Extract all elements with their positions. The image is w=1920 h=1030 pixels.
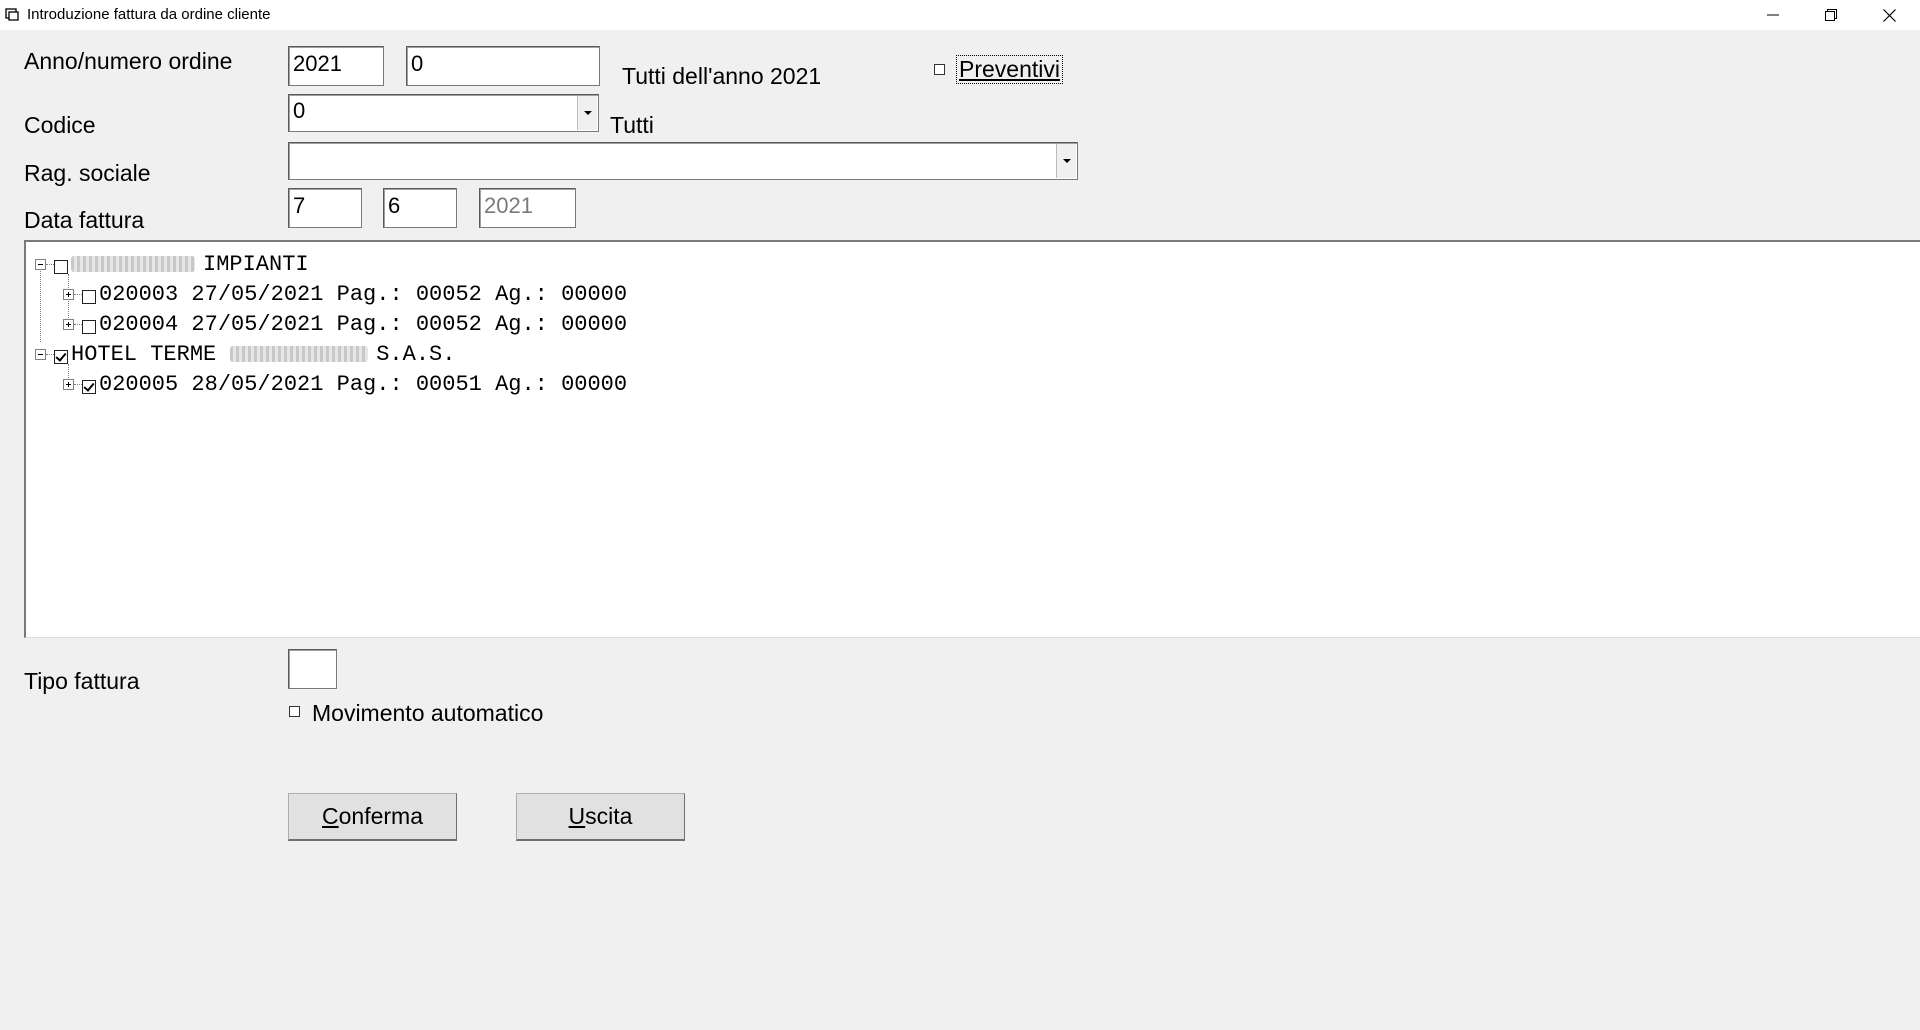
restore-button[interactable] [1802,0,1860,30]
quotes-label-text: Preventivi [959,56,1060,82]
tree-node-label: 020004 27/05/2021 Pag.: 00052 Ag.: 00000 [99,311,628,337]
invoice-month-input[interactable]: 6 [383,188,457,228]
close-button[interactable] [1860,0,1918,30]
tree-connector [46,263,54,265]
restore-icon [1825,9,1837,21]
code-combobox-value: 0 [293,98,306,123]
order-label: Anno/numero ordine [24,48,233,74]
code-combobox[interactable]: 0 [288,94,599,132]
invoice-date-label: Data fattura [24,207,145,233]
company-combobox[interactable] [288,142,1078,180]
expand-icon[interactable] [63,318,74,330]
orders-tree[interactable]: IMPIANTI 020003 27/05/2021 Pag.: 00052 A… [24,240,1920,638]
tree-node-label-prefix: HOTEL TERME [71,341,217,367]
title-bar: Introduzione fattura da ordine cliente [0,0,1920,30]
close-icon [1882,8,1896,22]
redacted-text [230,346,369,362]
quotes-label[interactable]: Preventivi [956,55,1063,84]
chevron-down-icon [583,110,592,115]
collapse-icon[interactable] [35,258,46,270]
confirm-button[interactable]: Conferma [288,793,457,841]
invoice-day-input[interactable]: 7 [288,188,362,228]
redacted-text [71,256,195,272]
tree-checkbox-checked[interactable] [54,350,68,364]
tree-node-label: 020005 28/05/2021 Pag.: 00051 Ag.: 00000 [99,371,628,397]
code-label: Codice [24,112,96,138]
collapse-icon[interactable] [35,348,46,360]
tree-checkbox[interactable] [54,260,68,274]
exit-button-label: Uscita [568,803,633,829]
chevron-down-icon [1062,158,1071,163]
tree-node-label: IMPIANTI [203,251,309,277]
tree-connector [74,323,82,325]
minimize-button[interactable] [1744,0,1802,30]
tree-node[interactable]: IMPIANTI [35,250,309,278]
order-year-input[interactable]: 2021 [288,46,384,86]
company-dropdown-button[interactable] [1056,144,1076,178]
tree-connector [74,293,82,295]
tree-checkbox[interactable] [82,320,96,334]
tree-node[interactable]: 020004 27/05/2021 Pag.: 00052 Ag.: 00000 [63,310,627,338]
tree-checkbox-checked[interactable] [82,380,96,394]
confirm-button-label: Conferma [322,803,423,829]
quotes-checkbox[interactable] [934,64,945,75]
tree-node-label: 020003 27/05/2021 Pag.: 00052 Ag.: 00000 [99,281,628,307]
exit-button[interactable]: Uscita [516,793,685,841]
auto-movement-label[interactable]: Movimento automatico [312,700,543,727]
tree-node[interactable]: HOTEL TERME S.A.S. [35,340,455,368]
all-code-text: Tutti [610,112,654,138]
tree-connector [74,383,82,385]
tree-node[interactable]: 020003 27/05/2021 Pag.: 00052 Ag.: 00000 [63,280,627,308]
invoice-type-label: Tipo fattura [24,668,140,694]
invoice-year-input: 2021 [479,188,576,228]
all-year-text: Tutti dell'anno 2021 [622,63,822,89]
invoice-type-input[interactable] [288,649,337,689]
tree-node-label: S.A.S. [376,341,456,367]
expand-icon[interactable] [63,288,74,300]
auto-movement-checkbox[interactable] [289,706,300,717]
expand-icon[interactable] [63,378,74,390]
app-icon [5,8,19,21]
window-title: Introduzione fattura da ordine cliente [27,6,271,23]
tree-connector [46,353,54,355]
code-dropdown-button[interactable] [577,96,597,130]
order-number-input[interactable]: 0 [406,46,600,86]
company-label: Rag. sociale [24,160,151,186]
minimize-icon [1767,14,1779,16]
tree-node[interactable]: 020005 28/05/2021 Pag.: 00051 Ag.: 00000 [63,370,627,398]
tree-checkbox[interactable] [82,290,96,304]
